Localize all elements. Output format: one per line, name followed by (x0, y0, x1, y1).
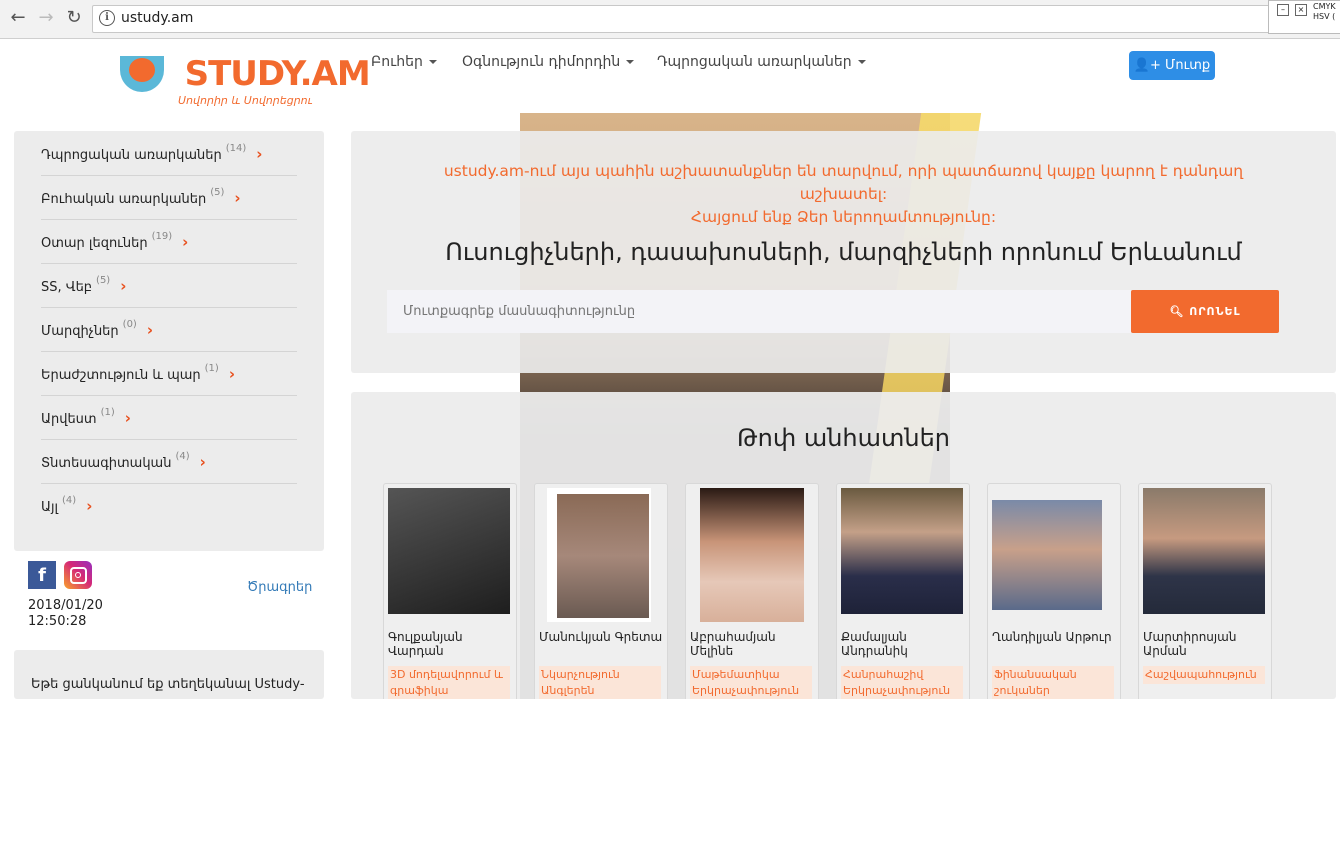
chevron-right-icon: › (124, 409, 131, 427)
minimize-icon[interactable]: – (1277, 4, 1289, 16)
chevron-right-icon: › (234, 189, 241, 207)
tutor-photo (992, 500, 1102, 610)
tutor-subject: Հաշվապահություն (1143, 666, 1265, 684)
color-mode-text: CMYK HSV ( (1313, 2, 1336, 21)
brain-icon (129, 58, 155, 82)
tutor-photo (1143, 488, 1265, 614)
tutor-card[interactable]: Գուլքանյան Վարդան 3D մոդելավորում և գրաֆ… (383, 483, 517, 699)
tutor-subject: Նկարչություն Անգլերեն (539, 666, 661, 699)
info-icon[interactable]: i (99, 10, 115, 26)
tutor-card[interactable]: Մանուկյան Գրետա Նկարչություն Անգլերեն (534, 483, 668, 699)
search-icon: 🔍︎ (1169, 305, 1190, 318)
tutor-name: Ղանդիլյան Արթուր (992, 630, 1112, 644)
caret-down-icon (857, 60, 866, 64)
tutor-name: Աբրահամյան Մելինե (690, 630, 776, 658)
category-sidebar: Դպրոցական առարկաներ (14) › Բուհական առարկա… (14, 131, 324, 551)
date-time: 2018/01/20 12:50:28 (28, 598, 103, 629)
logo-tagline: Սովորիր և Սովորեցրու (178, 94, 313, 107)
tutor-name: Մարտիրոսյան Արման (1143, 630, 1237, 658)
top-tutors-title: Թոփ անհատներ (736, 424, 950, 452)
top-tutors-panel: Թոփ անհատներ Գուլքանյան Վարդան 3D մոդելա… (351, 392, 1336, 699)
site-logo[interactable]: USTUDY.AM Սովորիր և Սովորեցրու (120, 54, 371, 114)
close-icon[interactable]: × (1295, 4, 1307, 16)
chevron-right-icon: › (86, 497, 93, 515)
back-arrow-icon[interactable]: ← (6, 6, 30, 30)
maintenance-notice: ustudy.am-ում այս պահին աշխատանքներ են տ… (443, 162, 1244, 226)
nav-school-subjects[interactable]: Դպրոցական առարկաներ (657, 54, 866, 70)
address-bar[interactable]: i ustudy.am (92, 5, 1270, 33)
tutor-card[interactable]: Մարտիրոսյան Արման Հաշվապահություն (1138, 483, 1272, 699)
chevron-right-icon: › (228, 365, 235, 383)
programs-link[interactable]: Ծրագրեր (247, 580, 312, 595)
logo-text: USTUDY.AM (184, 54, 371, 94)
tutor-subject: Մաթեմատիկա Երկրաչափություն (690, 666, 812, 699)
instagram-icon[interactable] (64, 561, 92, 589)
sidebar-item-school-subjects[interactable]: Դպրոցական առարկաներ (14) › (41, 131, 297, 176)
tutor-name: Մանուկյան Գրետա (539, 630, 663, 644)
chevron-right-icon: › (182, 233, 189, 251)
info-text: Եթե ցանկանում եք տեղեկանալ Ustudy- (31, 677, 305, 692)
tutor-subject: 3D մոդելավորում և գրաֆիկա (388, 666, 510, 699)
sidebar-item-art[interactable]: Արվեստ (1) › (41, 395, 297, 440)
caret-down-icon (428, 60, 437, 64)
tutor-photo (388, 488, 510, 614)
sidebar-item-music-dance[interactable]: Երաժշտություն և պար (1) › (41, 351, 297, 396)
tutor-card[interactable]: Ղանդիլյան Արթուր Ֆինանսական շուկաներ (987, 483, 1121, 699)
tutor-photo (547, 488, 651, 622)
tutor-card[interactable]: Քամալյան Անդրանիկ Հանրահաշիվ Երկրաչափությ… (836, 483, 970, 699)
chevron-right-icon: › (146, 321, 154, 339)
sidebar-item-other[interactable]: Այլ (4) › (41, 483, 297, 527)
tutor-name: Գուլքանյան Վարդան (388, 630, 463, 658)
tutor-subject: Ֆինանսական շուկաներ (992, 666, 1114, 699)
nav-applicant-help[interactable]: Օգնություն դիմորդին (462, 54, 635, 70)
sidebar-item-it-web[interactable]: SS, Վեբ (5) › (41, 263, 297, 308)
url-text: ustudy.am (121, 10, 194, 26)
tutor-photo (841, 488, 963, 614)
nav-universities[interactable]: Բուհեր (371, 54, 437, 70)
tutor-photo (700, 488, 804, 622)
search-input[interactable] (387, 290, 1131, 333)
forward-arrow-icon[interactable]: → (34, 6, 58, 30)
chevron-right-icon: › (256, 145, 263, 163)
sidebar-item-foreign-languages[interactable]: Օտար լեզուներ (19) › (41, 219, 297, 264)
info-panel: Եթե ցանկանում եք տեղեկանալ Ustudy- (14, 650, 324, 699)
reload-icon[interactable]: ↻ (62, 6, 86, 30)
login-button[interactable]: 👤+ Մուտք (1129, 51, 1215, 80)
caret-down-icon (626, 60, 635, 64)
browser-toolbar: ← → ↻ i ustudy.am – × CMYK HSV ( (0, 0, 1340, 39)
sidebar-item-coaches[interactable]: Մարզիչներ (0) › (41, 307, 297, 352)
hero-search-panel: ustudy.am-ում այս պահին աշխատանքներ են տ… (351, 131, 1336, 373)
user-plus-icon: 👤+ (1133, 58, 1166, 73)
sidebar-item-economics[interactable]: Տնտեսագիտական (4) › (41, 439, 297, 484)
search-button[interactable]: 🔍︎ ՈՐՈՆԵԼ (1131, 290, 1279, 333)
color-picker-window: – × CMYK HSV ( (1268, 0, 1340, 34)
sidebar-item-university-subjects[interactable]: Բուհական առարկաներ (5) › (41, 175, 297, 220)
chevron-right-icon: › (120, 277, 127, 295)
chevron-right-icon: › (199, 453, 206, 471)
hero-title: Ուսուցիչների, դասախոսների, մարզիչների որ… (445, 238, 1242, 266)
tutor-card[interactable]: Աբրահամյան Մելինե Մաթեմատիկա Երկրաչափությ… (685, 483, 819, 699)
tutor-name: Քամալյան Անդրանիկ (841, 630, 908, 658)
facebook-icon[interactable]: f (28, 561, 56, 589)
tutor-subject: Հանրահաշիվ Երկրաչափություն (841, 666, 963, 699)
